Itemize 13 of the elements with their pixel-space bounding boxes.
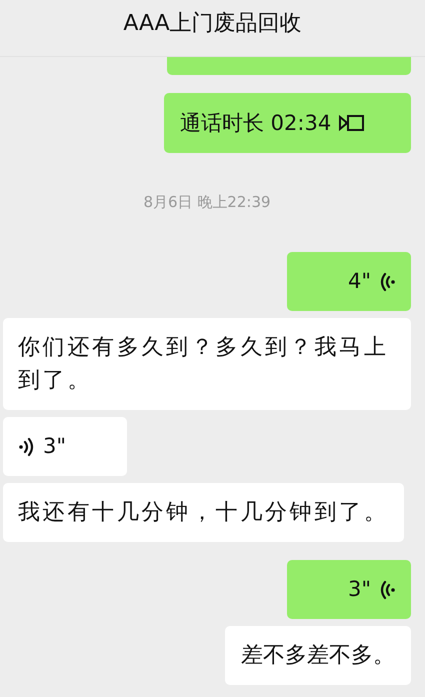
chat-title: AAA上门废品回收 bbox=[123, 10, 302, 38]
voice-wave-icon bbox=[379, 578, 395, 600]
voice-wave-icon bbox=[379, 270, 395, 292]
video-camera-icon bbox=[339, 113, 366, 133]
voice-message[interactable]: 3" bbox=[3, 417, 127, 476]
timestamp: 8月6日 晚上22:39 bbox=[143, 193, 271, 212]
call-bubble[interactable]: 通话时长 02:34 bbox=[164, 93, 411, 153]
voice-message[interactable]: 3" bbox=[287, 560, 411, 619]
message-bubble: 差不多差不多。 bbox=[225, 626, 411, 685]
message-bubble: 我还有十几分钟，十几分钟到了。 bbox=[3, 483, 404, 542]
voice-message[interactable]: 4" bbox=[287, 252, 411, 311]
voice-wave-icon bbox=[19, 436, 35, 458]
message-bubble: 你们还有多久到？多久到？我马上到了。 bbox=[3, 318, 411, 410]
